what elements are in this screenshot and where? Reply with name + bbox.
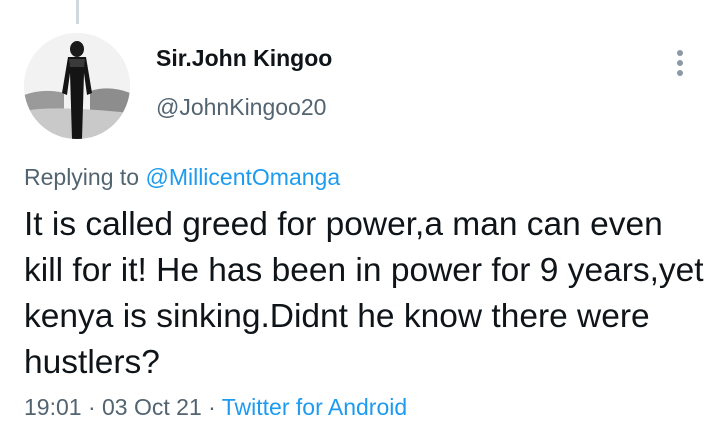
replying-to-label: Replying to xyxy=(24,164,146,190)
more-options-button[interactable] xyxy=(666,45,694,81)
thread-connector-line xyxy=(76,0,79,24)
tweet-source-link[interactable]: Twitter for Android xyxy=(222,394,407,420)
meta-separator: · xyxy=(81,394,103,420)
author-display-name[interactable]: Sir.John Kingoo xyxy=(156,45,332,72)
more-vertical-icon-dot xyxy=(677,70,683,76)
tweet-time[interactable]: 19:01 xyxy=(24,394,82,420)
replying-to-line: Replying to @MillicentOmanga xyxy=(24,164,340,191)
author-handle[interactable]: @JohnKingoo20 xyxy=(156,94,326,121)
tweet-date[interactable]: 03 Oct 21 xyxy=(102,394,202,420)
avatar-photo xyxy=(24,33,130,139)
tweet-meta: 19:01 · 03 Oct 21 · Twitter for Android xyxy=(24,394,407,421)
more-vertical-icon xyxy=(677,50,683,56)
avatar[interactable] xyxy=(24,33,130,139)
replying-to-mention-link[interactable]: @MillicentOmanga xyxy=(145,164,340,190)
meta-separator: · xyxy=(201,394,222,420)
tweet-text: It is called greed for power,a man can e… xyxy=(24,206,704,381)
more-vertical-icon-dot xyxy=(677,60,683,66)
